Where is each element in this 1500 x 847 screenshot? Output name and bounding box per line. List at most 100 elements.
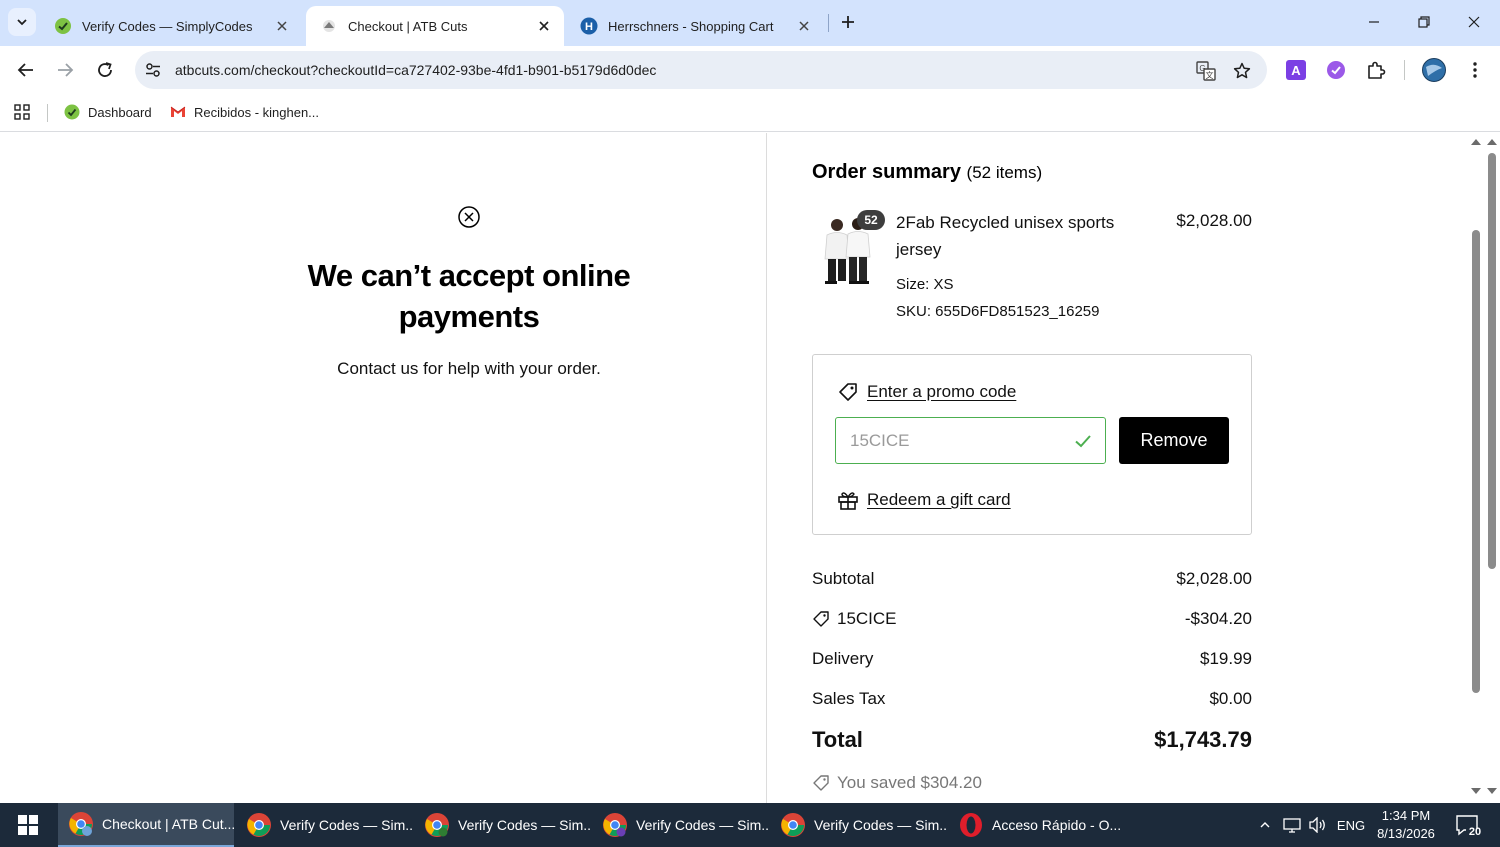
extension-simplycodes-button[interactable] (1324, 58, 1348, 82)
taskbar-item-checkout[interactable]: Checkout | ATB Cut... (58, 803, 234, 847)
checkmark-icon (1075, 435, 1091, 448)
total-row: Total $1,743.79 (812, 727, 1252, 757)
close-tab-button[interactable] (796, 18, 812, 34)
subtotal-row: Subtotal $2,028.00 (812, 569, 1252, 593)
total-value: $1,743.79 (1154, 727, 1252, 752)
remove-promo-button[interactable]: Remove (1119, 417, 1229, 464)
more-vertical-icon (1473, 62, 1477, 78)
address-bar[interactable]: atbcuts.com/checkout?checkoutId=ca727402… (135, 51, 1267, 89)
bookmark-label: Recibidos - kinghen... (194, 104, 320, 120)
close-icon (539, 21, 549, 31)
tab-checkout[interactable]: Checkout | ATB Cuts (306, 6, 564, 46)
url-text[interactable]: atbcuts.com/checkout?checkoutId=ca727402… (175, 51, 656, 89)
scroll-down-arrow-icon[interactable] (1471, 788, 1481, 794)
toolbar-separator (1404, 60, 1405, 80)
subtotal-label: Subtotal (812, 569, 875, 588)
svg-text:H: H (585, 21, 593, 33)
extension-a-button[interactable]: A (1284, 58, 1308, 82)
taskbar-item-verify-2[interactable]: Verify Codes — Sim... (414, 803, 590, 847)
close-window-button[interactable] (1460, 8, 1488, 36)
notification-count: 20 (1468, 826, 1482, 838)
savings-text: You saved $304.20 (837, 773, 982, 792)
network-button[interactable] (1280, 803, 1304, 847)
tab-search-button[interactable] (8, 8, 36, 36)
taskbar-item-label: Acceso Rápido - O... (992, 817, 1122, 833)
promo-code-input[interactable] (850, 418, 1060, 463)
taskbar-item-verify-4[interactable]: Verify Codes — Sim... (770, 803, 946, 847)
close-tab-button[interactable] (536, 18, 552, 34)
close-icon (799, 21, 809, 31)
chrome-icon (69, 812, 93, 836)
bookmark-dashboard[interactable]: Dashboard (64, 100, 152, 124)
quantity-badge: 52 (857, 210, 885, 230)
scrollbar-track-thumb[interactable] (1472, 230, 1480, 693)
bookmark-star-button[interactable] (1231, 60, 1253, 82)
redeem-gift-card-link[interactable]: Redeem a gift card (837, 489, 1011, 511)
translate-icon: G文 (1196, 61, 1216, 81)
tab-herrschners[interactable]: H Herrschners - Shopping Cart (566, 6, 824, 46)
scroll-up-arrow-icon[interactable] (1471, 139, 1481, 145)
restore-button[interactable] (1410, 8, 1438, 36)
extensions-menu-button[interactable] (1364, 58, 1388, 82)
promo-code-field[interactable] (835, 417, 1106, 464)
minimize-button[interactable] (1360, 8, 1388, 36)
profile-button[interactable] (1422, 58, 1446, 82)
taskbar-item-opera[interactable]: Acceso Rápido - O... (948, 803, 1124, 847)
gift-link-label: Redeem a gift card (867, 490, 1011, 509)
clock[interactable]: 1:34 PM 8/13/2026 (1370, 807, 1442, 843)
minimize-icon (1369, 21, 1379, 23)
page-content: We can’t accept online payments Contact … (0, 133, 1500, 803)
order-summary-panel: Order summary (52 items) 52 2Fab Recycle… (768, 133, 1468, 803)
taskbar-item-verify-1[interactable]: Verify Codes — Sim... (236, 803, 412, 847)
scroll-up-arrow-icon[interactable] (1487, 139, 1497, 145)
promo-section: Enter a promo code Remove Redeem a gift … (812, 354, 1252, 535)
restore-icon (1418, 16, 1430, 28)
page-scrollbar[interactable] (1468, 133, 1500, 803)
product-sku: SKU: 655D6FD851523_16259 (896, 303, 1100, 320)
circle-x-icon (458, 206, 480, 228)
start-button[interactable] (0, 803, 56, 847)
close-tab-button[interactable] (274, 18, 290, 34)
browser-menu-button[interactable] (1463, 58, 1487, 82)
forward-button[interactable] (51, 56, 79, 84)
tag-icon (813, 611, 829, 627)
show-hidden-icons-button[interactable] (1254, 803, 1276, 847)
new-tab-button[interactable] (836, 10, 860, 34)
chrome-icon (603, 813, 627, 837)
back-button[interactable] (12, 56, 40, 84)
windows-logo-icon (18, 815, 38, 835)
letter-a-extension-icon: A (1286, 60, 1306, 80)
speaker-icon (1309, 817, 1325, 833)
apps-grid-icon (14, 104, 30, 120)
reload-button[interactable] (91, 56, 119, 84)
site-info-button[interactable] (143, 60, 163, 80)
tag-icon (839, 383, 857, 401)
sales-tax-label: Sales Tax (812, 689, 886, 708)
scroll-down-arrow-icon[interactable] (1487, 788, 1497, 794)
total-label: Total (812, 727, 863, 752)
taskbar-item-label: Verify Codes — Sim... (458, 817, 590, 833)
language-indicator[interactable]: ENG (1332, 803, 1370, 847)
volume-button[interactable] (1306, 803, 1330, 847)
bookmark-gmail[interactable]: Recibidos - kinghen... (170, 100, 319, 124)
chevron-down-icon (17, 19, 27, 26)
tab-verify-codes[interactable]: Verify Codes — SimplyCodes (40, 6, 302, 46)
tab-separator (828, 14, 829, 32)
browser-toolbar: atbcuts.com/checkout?checkoutId=ca727402… (0, 46, 1500, 94)
tab-title: Verify Codes — SimplyCodes (82, 18, 253, 34)
enter-promo-code-link[interactable]: Enter a promo code (837, 381, 1016, 403)
apps-button[interactable] (14, 100, 30, 124)
network-icon (1283, 818, 1301, 833)
product-size: Size: XS (896, 276, 954, 293)
opera-icon (960, 813, 982, 837)
delivery-label: Delivery (812, 649, 874, 668)
simplycodes-icon (55, 18, 71, 34)
discount-label: 15CICE (837, 609, 897, 628)
tab-title: Herrschners - Shopping Cart (608, 18, 774, 34)
taskbar-item-verify-3[interactable]: Verify Codes — Sim... (592, 803, 768, 847)
error-subtitle: Contact us for help with your order. (337, 359, 601, 378)
delivery-value: $19.99 (1200, 649, 1252, 668)
scrollbar-thumb[interactable] (1488, 153, 1496, 569)
svg-text:文: 文 (1206, 70, 1214, 80)
translate-button[interactable]: G文 (1195, 60, 1217, 82)
